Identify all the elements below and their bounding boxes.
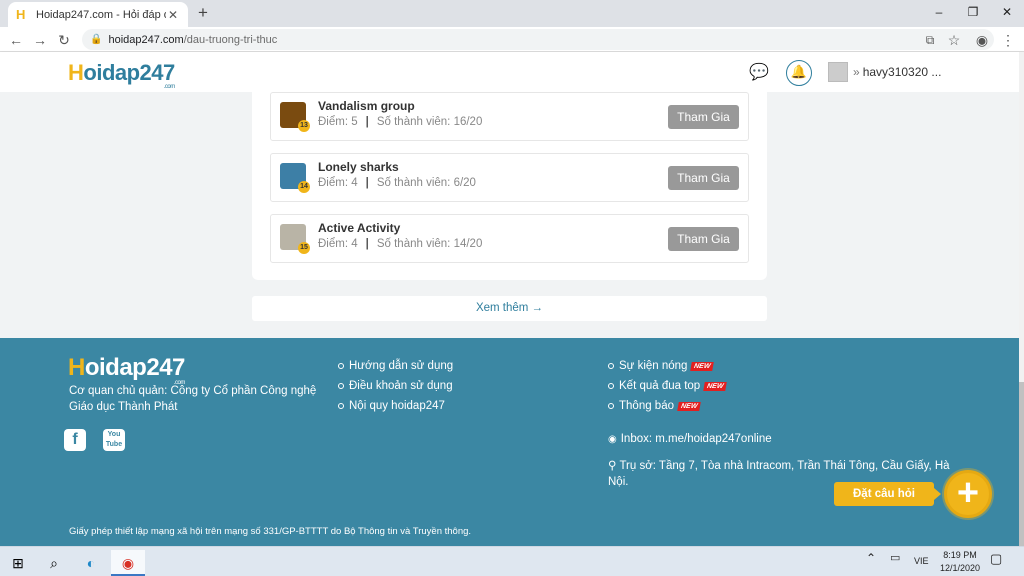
forward-icon[interactable]: →	[30, 30, 50, 50]
profile-icon[interactable]: ◉	[972, 30, 992, 50]
see-more-button[interactable]: Xem thêm →	[252, 296, 767, 321]
group-item: 15 Active Activity Điểm: 4 | Số thành viên…	[270, 214, 749, 263]
lock-icon: 🔒	[90, 34, 103, 45]
browser-menu-icon[interactable]: ⋮	[998, 30, 1018, 50]
license-text: Giấy phép thiết lập mạng xã hội trên mạn…	[69, 526, 472, 537]
tab-close-icon[interactable]: ✕	[166, 8, 180, 22]
windows-start-icon[interactable]: ⊞	[1, 550, 35, 576]
group-meta: Điểm: 4 | Số thành viên: 14/20	[318, 238, 483, 250]
network-icon[interactable]: ▭	[890, 551, 900, 564]
search-icon[interactable]: ⌕	[37, 550, 71, 576]
join-group-button[interactable]: Tham Gia	[668, 166, 739, 190]
tab-title: Hoidap247.com - Hỏi đáp online	[36, 8, 166, 21]
group-meta: Điểm: 5 | Số thành viên: 16/20	[318, 116, 483, 128]
tray-chevron-up-icon[interactable]: ⌃	[866, 551, 876, 565]
site-footer: Hoidap247 .com Cơ quan chủ quản: Công ty…	[0, 338, 1019, 546]
ask-label-pointer	[934, 488, 941, 500]
footer-link-guide[interactable]: Hướng dẫn sử dụng	[338, 360, 453, 372]
site-logo[interactable]: Hoidap247 .com	[68, 60, 175, 90]
clock[interactable]: 8:19 PM 12/1/2020	[938, 550, 982, 573]
bullet-icon	[338, 403, 344, 409]
rank-badge: 14	[298, 181, 310, 193]
bullet-icon	[338, 383, 344, 389]
translate-icon[interactable]: ⧉	[920, 30, 940, 50]
notifications-icon[interactable]: ▢	[990, 551, 1002, 567]
group-name[interactable]: Lonely sharks	[318, 160, 399, 174]
new-badge: NEW	[703, 381, 728, 391]
join-group-button[interactable]: Tham Gia	[668, 227, 739, 251]
group-item: 14 Lonely sharks Điểm: 4 | Số thành viên: …	[270, 153, 749, 202]
back-icon[interactable]: ←	[6, 30, 26, 50]
close-window-button[interactable]: ✕	[990, 0, 1024, 24]
bullet-icon	[608, 363, 614, 369]
youtube-icon[interactable]: You Tube	[103, 429, 125, 451]
ask-question-label[interactable]: Đặt câu hỏi	[834, 482, 934, 506]
bullet-icon	[338, 363, 344, 369]
footer-link-announcements[interactable]: Thông báo NEW	[608, 400, 702, 412]
new-tab-button[interactable]: +	[194, 4, 212, 22]
chat-icon[interactable]: 💬	[746, 60, 772, 86]
avatar	[828, 62, 848, 82]
ask-question-plus-button[interactable]: +	[944, 470, 992, 518]
messenger-icon: ◉	[608, 433, 617, 445]
new-badge: NEW	[677, 401, 702, 411]
footer-link-events[interactable]: Sự kiện nóng NEW	[608, 360, 715, 372]
location-pin-icon: ⚲	[608, 460, 617, 472]
scrollbar-thumb[interactable]	[1019, 382, 1024, 546]
notification-bell-icon[interactable]: 🔔	[786, 60, 812, 86]
footer-inbox-link[interactable]: ◉ Inbox: m.me/hoidap247online	[608, 433, 772, 445]
minimize-button[interactable]: –	[922, 0, 956, 24]
site-header: Hoidap247 .com 💬 🔔 » havy310320 ...	[0, 52, 1024, 92]
language-indicator[interactable]: VIE	[914, 556, 929, 566]
url-path: /dau-truong-tri-thuc	[183, 33, 278, 46]
group-avatar: 14	[280, 163, 310, 193]
footer-link-rules[interactable]: Nội quy hoidap247	[338, 400, 445, 412]
username: havy310320 ...	[862, 65, 942, 79]
chrome-browser-icon[interactable]: ◉	[111, 550, 145, 576]
rank-badge: 13	[298, 120, 310, 132]
browser-tab[interactable]: H Hoidap247.com - Hỏi đáp online ✕	[8, 2, 188, 27]
edge-browser-icon[interactable]: ◐	[74, 550, 108, 576]
bookmark-star-icon[interactable]: ☆	[944, 30, 964, 50]
group-name[interactable]: Vandalism group	[318, 99, 415, 113]
bullet-icon	[608, 403, 614, 409]
group-name[interactable]: Active Activity	[318, 221, 400, 235]
site-favicon-icon: H	[16, 6, 26, 22]
group-avatar: 15	[280, 224, 310, 254]
address-bar[interactable]: 🔒 hoidap247.com/dau-truong-tri-thuc	[82, 29, 994, 50]
footer-logo[interactable]: Hoidap247 .com	[68, 354, 185, 386]
reload-icon[interactable]: ↻	[54, 30, 74, 50]
group-item: 13 Vandalism group Điểm: 5 | Số thành viên…	[270, 92, 749, 141]
new-badge: NEW	[690, 361, 715, 371]
browser-toolbar: ← → ↻ 🔒 hoidap247.com/dau-truong-tri-thu…	[0, 27, 1024, 52]
group-meta: Điểm: 4 | Số thành viên: 6/20	[318, 177, 476, 189]
footer-link-terms[interactable]: Điều khoản sử dụng	[338, 380, 453, 392]
footer-link-top-results[interactable]: Kết quả đua top NEW	[608, 380, 728, 392]
group-avatar: 13	[280, 102, 310, 132]
join-group-button[interactable]: Tham Gia	[668, 105, 739, 129]
rank-badge: 15	[298, 242, 310, 254]
windows-taskbar: ⊞ ⌕ ◐ ◉ ⌃ ▭ VIE 8:19 PM 12/1/2020 ▢	[0, 546, 1024, 576]
company-info: Cơ quan chủ quản: Công ty Cổ phần Công n…	[69, 385, 317, 413]
url-host: hoidap247.com	[108, 33, 184, 46]
chevron-down-icon: »	[853, 65, 860, 79]
maximize-button[interactable]: ❐	[956, 0, 990, 24]
user-menu[interactable]: » havy310320 ...	[828, 62, 941, 82]
bullet-icon	[608, 383, 614, 389]
facebook-icon[interactable]: f	[64, 429, 86, 451]
